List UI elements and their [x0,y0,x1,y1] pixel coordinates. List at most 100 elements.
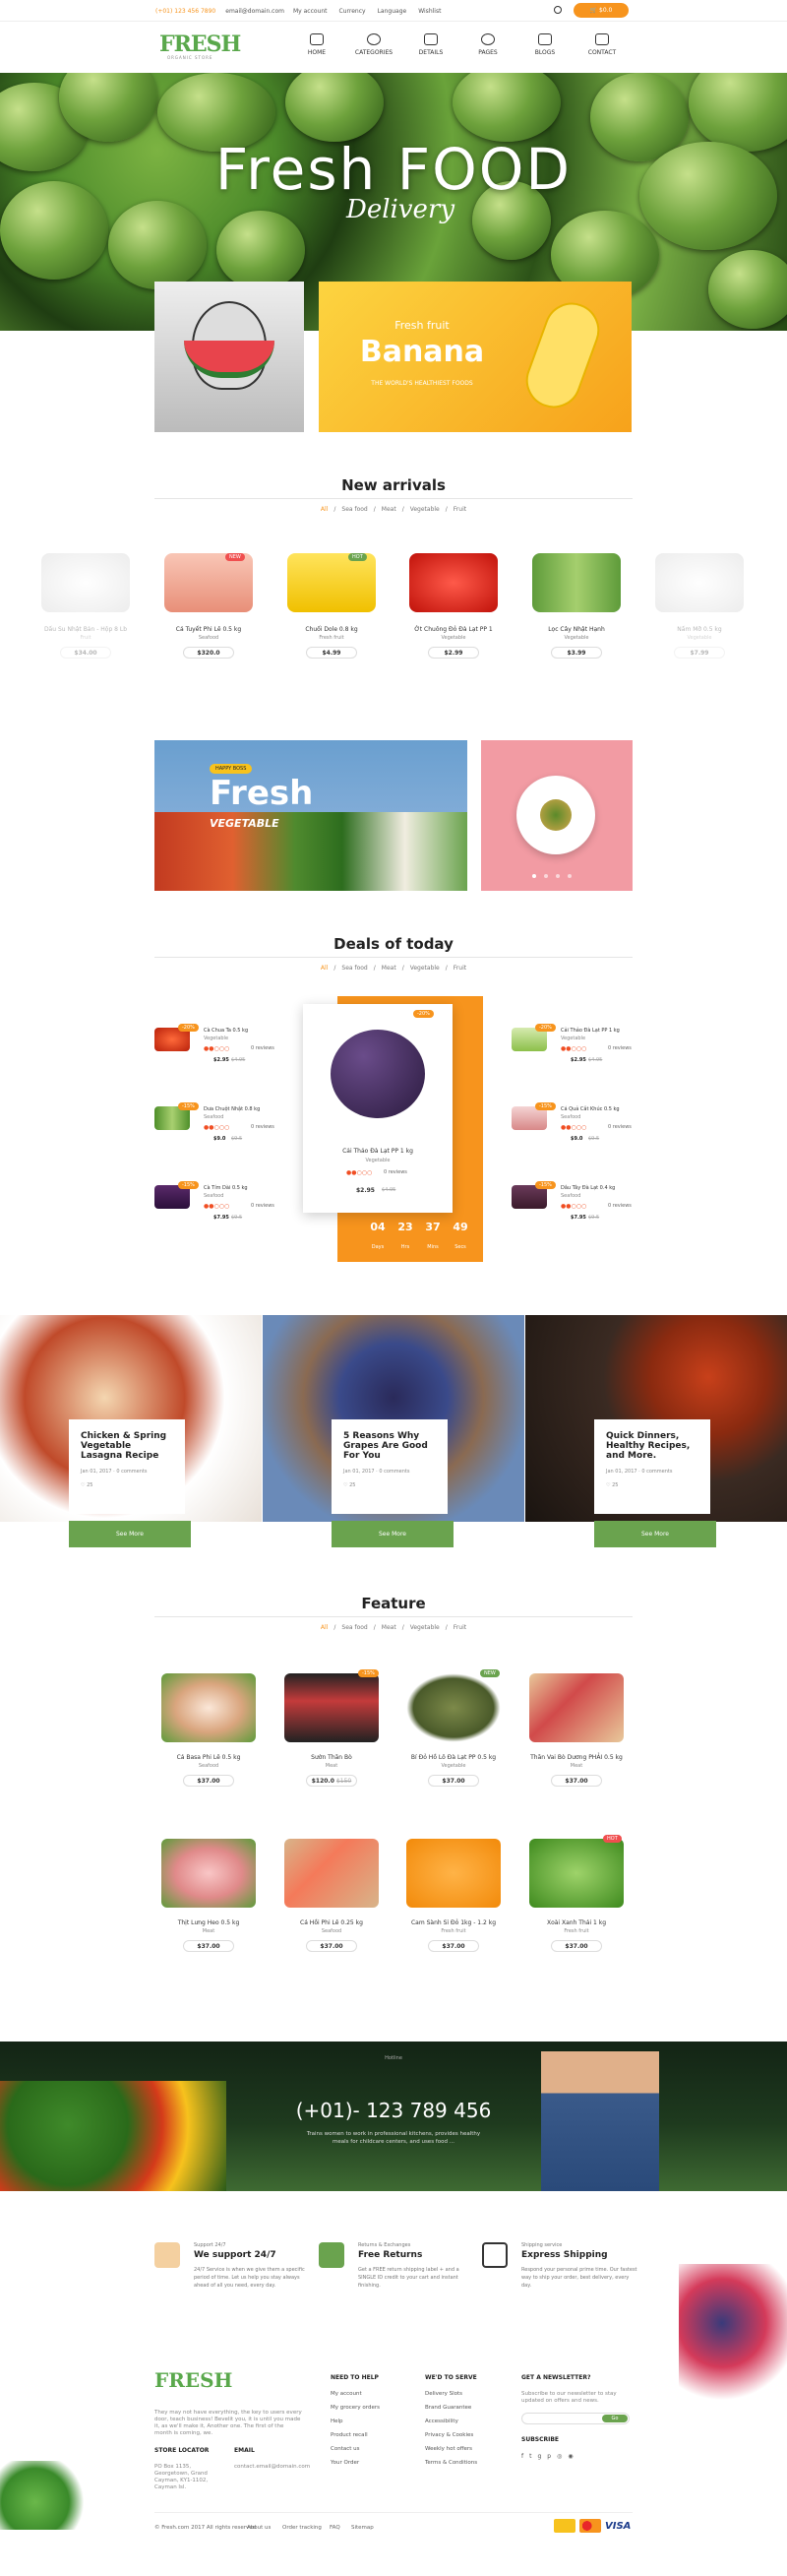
currency-select[interactable]: Currency [339,8,366,15]
nav-contact[interactable]: CONTACT [573,33,632,56]
footer-link[interactable]: Brand Guarantee [425,2405,477,2411]
subscribe-heading: SUBSCRIBE [521,2436,560,2443]
see-more-button[interactable]: See More [594,1521,716,1547]
footer-link[interactable]: Delivery Slots [425,2391,477,2397]
filter-meat[interactable]: Meat [382,965,396,972]
filter-all[interactable]: All [321,1624,328,1631]
deal-item[interactable]: -20% Cải Thảo Đà Lạt PP 1 kg Vegetable ●●○○… [512,1024,632,1067]
see-more-button[interactable]: See More [69,1521,191,1547]
google-icon[interactable]: g [537,2453,541,2460]
nav-pages[interactable]: PAGES [458,33,517,56]
bottom-link[interactable]: FAQ [330,2525,340,2531]
language-select[interactable]: Language [378,8,407,15]
filter-fruit[interactable]: Fruit [454,1624,466,1631]
feature-product[interactable]: Thịt Lưng Heo 0.5 kg Meat $37.00 [154,1839,263,1952]
bottom-link[interactable]: About us [247,2525,271,2531]
filter-all[interactable]: All [321,506,328,513]
filter-all[interactable]: All [321,965,328,972]
footer-link[interactable]: My grocery orders [331,2405,380,2411]
my-account-link[interactable]: My account [293,8,328,15]
search-icon[interactable] [554,6,562,14]
wishlist-link[interactable]: Wishlist [418,8,441,15]
deal-item[interactable]: -15% Cá Quả Cắt Khúc 0.5 kg Seafood ●●○○○ 0 … [512,1102,632,1146]
blog-card[interactable]: 5 Reasons Why Grapes Are Good For You Jan… [332,1419,448,1514]
plate-banner[interactable] [481,740,633,891]
filter-seafood[interactable]: Sea food [341,965,367,972]
filter-vegetable[interactable]: Vegetable [410,1624,440,1631]
email-link[interactable]: email@domain.com [225,8,284,15]
filter-meat[interactable]: Meat [382,506,396,513]
twitter-icon[interactable]: t [529,2453,531,2460]
footer-link[interactable]: Terms & Conditions [425,2460,477,2466]
newsletter-submit-button[interactable]: Go [602,2415,628,2422]
nav-home[interactable]: HOME [287,33,346,56]
footer-link[interactable]: Help [331,2419,380,2424]
instagram-icon[interactable]: ◎ [557,2453,562,2460]
banana-banner[interactable]: Fresh fruit Banana THE WORLD'S HEALTHIES… [319,282,632,432]
deal-item[interactable]: -20% Cà Chua Ta 0.5 kg Vegetable ●●○○○ 0 rev… [154,1024,274,1067]
filter-seafood[interactable]: Sea food [341,506,367,513]
product-card[interactable]: HOT Chuối Dole 0.8 kg Fresh fruit $4.99 [277,553,386,659]
footer-link[interactable]: Privacy & Cookies [425,2432,477,2438]
rating-stars: ●●○○○ [561,1203,587,1210]
footer-link[interactable]: Your Order [331,2460,380,2466]
filter-meat[interactable]: Meat [382,1624,396,1631]
deal-item[interactable]: -15% Cà Tím Dài 0.5 kg Seafood ●●○○○ 0 revie… [154,1181,274,1225]
featured-deal-card[interactable]: -20% Cải Thảo Đà Lạt PP 1 kg Vegetable ●… [303,1004,453,1213]
product-card[interactable]: Dấu Su Nhật Bản - Hộp 8 Lb Fruit $34.00 [31,553,140,659]
pinterest-icon[interactable]: p [547,2453,551,2460]
bottom-link[interactable]: Order tracking [282,2525,322,2531]
filter-vegetable[interactable]: Vegetable [410,965,440,972]
slider-dots[interactable] [532,874,572,878]
rss-icon[interactable]: ◉ [568,2453,573,2460]
facebook-icon[interactable]: f [521,2453,523,2460]
deal-item[interactable]: -15% Dưa Chuột Nhật 0.8 kg Seafood ●●○○○ 0 r… [154,1102,274,1146]
deal-price: $2.95 [356,1187,375,1194]
filter-vegetable[interactable]: Vegetable [410,506,440,513]
filter-fruit[interactable]: Fruit [454,506,466,513]
banner-small-title: Fresh fruit [394,319,450,332]
feature-product[interactable]: Cá Basa Phi Lê 0.5 kg Seafood $37.00 [154,1673,263,1787]
feature-product[interactable]: NEW Bí Đỏ Hồ Lô Đà Lạt PP 0.5 kg Vegetable… [399,1669,508,1787]
filter-seafood[interactable]: Sea food [341,1624,367,1631]
leaf-image [0,2461,89,2530]
feature-product[interactable]: Cá Hồi Phi Lê 0.25 kg Seafood $37.00 [277,1839,386,1952]
newsletter-input[interactable]: Go [521,2413,630,2424]
categories-icon [367,33,381,45]
product-card[interactable]: Ớt Chuông Đỏ Đà Lạt PP 1 Vegetable $2.99 [399,553,508,659]
logo[interactable]: FRESH [159,31,241,57]
product-card[interactable]: Nấm Mỡ 0.5 kg Vegetable $7.99 [645,553,754,659]
blog-title[interactable]: 5 Reasons Why Grapes Are Good For You [343,1431,436,1461]
blog-card[interactable]: Chicken & Spring Vegetable Lasagna Recip… [69,1419,185,1514]
hotline-phone[interactable]: (+01)- 123 789 456 [0,2099,787,2122]
fresh-vegetable-banner[interactable]: HAPPY BOSS Fresh VEGETABLE [154,740,467,891]
blog-title[interactable]: Quick Dinners, Healthy Recipes, and More… [606,1431,698,1461]
nav-categories[interactable]: CATEGORIES [344,33,403,56]
grapes-image [331,1030,425,1118]
product-card[interactable]: Lọc Cây Nhật Hạnh Vegetable $3.99 [522,553,631,659]
footer-logo[interactable]: FRESH [154,2368,232,2392]
feature-product[interactable]: Thăn Vai Bò Dương PHẢI 0.5 kg Meat $37.00 [522,1673,631,1787]
bottom-link[interactable]: Sitemap [351,2525,374,2531]
feature-product[interactable]: -15% Sườn Thăn Bò Meat $120.0 $150 [277,1669,386,1787]
nav-blogs[interactable]: BLOGS [515,33,575,56]
blog-title[interactable]: Chicken & Spring Vegetable Lasagna Recip… [81,1431,173,1461]
footer-email[interactable]: contact.email@domain.com [234,2464,313,2470]
filter-fruit[interactable]: Fruit [454,965,466,972]
footer-link[interactable]: Accessibility [425,2419,477,2424]
footer-link[interactable]: Contact us [331,2446,380,2452]
footer-link[interactable]: Product recall [331,2432,380,2438]
nav-details[interactable]: DETAILS [401,33,460,56]
product-image [409,553,498,612]
feature-product[interactable]: Cam Sành Sỉ Đỏ 1kg - 1.2 kg Fresh fruit $3… [399,1839,508,1952]
footer-link[interactable]: My account [331,2391,380,2397]
footer-link[interactable]: Weekly hot offers [425,2446,477,2452]
feature-product[interactable]: HOT Xoài Xanh Thái 1 kg Fresh fruit $37.00 [522,1835,631,1952]
watermelon-banner[interactable] [154,282,304,432]
feature-title: Feature [361,1595,426,1612]
deal-item[interactable]: -15% Dâu Tây Đà Lạt 0.4 kg Seafood ●●○○○ 0 r… [512,1181,632,1225]
product-card[interactable]: NEW Cá Tuyết Phi Lê 0.5 kg Seafood $320.0 [154,553,263,659]
blog-card[interactable]: Quick Dinners, Healthy Recipes, and More… [594,1419,710,1514]
cart-button[interactable]: 🛒 $0.0 [574,3,629,18]
see-more-button[interactable]: See More [332,1521,454,1547]
